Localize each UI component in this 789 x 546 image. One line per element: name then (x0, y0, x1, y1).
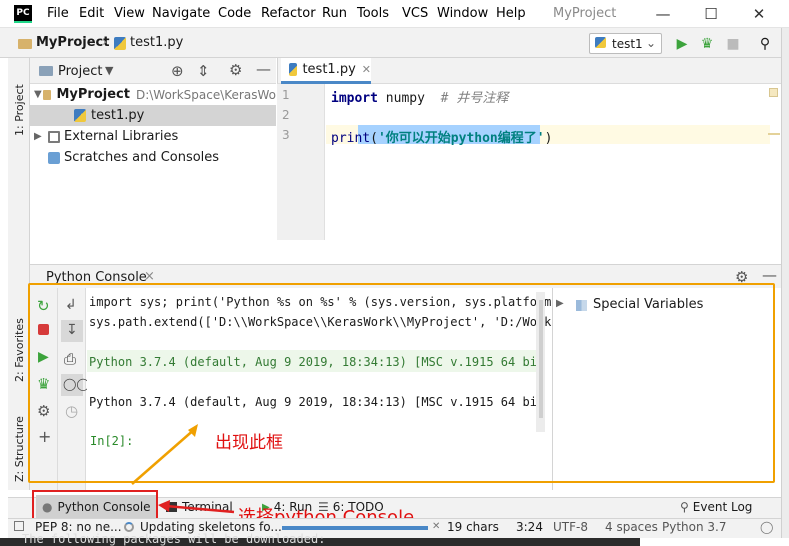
collapse-all-icon[interactable]: ⇕ (197, 62, 210, 80)
line-number: 3 (282, 128, 290, 142)
event-log-tab-label: Event Log (692, 500, 753, 514)
chevron-down-icon: ⌄ (645, 36, 656, 50)
scroll-marker (768, 133, 780, 135)
cancel-progress-icon[interactable]: ✕ (432, 521, 440, 532)
tree-scratches: Scratches and Consoles (64, 150, 220, 165)
line-number: 2 (282, 108, 290, 122)
tree-row-file[interactable]: test1.py (30, 105, 276, 126)
project-tool-tab[interactable]: 1: Project (13, 66, 26, 136)
close-console-icon[interactable]: × (144, 269, 155, 284)
search-icon[interactable]: ⚲ (756, 35, 774, 53)
annotation-arrow-up (131, 424, 198, 485)
breadcrumb-file[interactable]: test1.py (130, 35, 183, 50)
menu-refactor[interactable]: Refactor (261, 6, 316, 21)
tree-external-libraries: External Libraries (64, 129, 179, 144)
debug-icon[interactable]: ♛ (698, 35, 716, 53)
gear-icon[interactable]: ⚙ (229, 61, 242, 79)
breadcrumb-project[interactable]: MyProject (36, 35, 109, 50)
project-panel-title[interactable]: Project (58, 64, 102, 79)
expand-arrow-icon: ▼ (34, 89, 42, 100)
python-file-icon (289, 63, 298, 76)
breadcrumb-separator-icon: › (102, 35, 108, 50)
run-config-label: test1 (612, 36, 643, 51)
module-name: numpy (385, 91, 425, 106)
close-paren: ) (544, 131, 553, 146)
box-annotation-text: 出现此框 (215, 433, 283, 453)
string-literal: '你可以开始python编程了' (377, 131, 545, 146)
library-icon (48, 130, 60, 143)
python-file-icon (74, 109, 86, 122)
window-right-edge (781, 28, 789, 538)
code-comment: # 井号注释 (440, 91, 509, 106)
python-console-tab-annotation-box (32, 490, 158, 520)
maximize-icon[interactable]: ☐ (696, 2, 726, 26)
hide-console-icon[interactable]: — (762, 266, 777, 284)
favorites-tool-tab[interactable]: 2: Favorites (13, 306, 26, 382)
menu-run[interactable]: Run (322, 6, 347, 21)
scratches-icon (48, 151, 60, 164)
code-line-1: import numpy # 井号注释 (331, 87, 508, 106)
menu-view[interactable]: View (114, 6, 145, 21)
python-file-icon (114, 37, 126, 50)
close-tab-icon[interactable]: ✕ (362, 63, 371, 76)
menu-window[interactable]: Window (437, 6, 488, 21)
toggle-tool-windows-icon[interactable] (14, 521, 24, 531)
structure-tool-tab[interactable]: Z: Structure (13, 402, 26, 482)
function-print: print (331, 131, 371, 146)
editor-tab-label: test1.py (302, 62, 356, 77)
folder-icon (42, 89, 52, 100)
editor-tab-test1[interactable]: test1.py ✕ (281, 58, 371, 84)
tree-root-name: MyProject (56, 87, 130, 102)
folder-icon (18, 39, 32, 49)
line-number: 1 (282, 88, 290, 102)
pycharm-logo-icon: PC (14, 5, 32, 23)
background-terminal: The following packages will be downloade… (0, 532, 640, 546)
project-view-dropdown-icon[interactable]: ▼ (105, 64, 113, 77)
event-log-tab[interactable]: ⚲ Event Log (680, 500, 752, 514)
window-title: MyProject (553, 6, 617, 21)
left-edge-background (0, 300, 8, 500)
menu-file[interactable]: File (47, 6, 69, 21)
project-view-icon (39, 66, 53, 76)
keyword-import: import (331, 91, 378, 106)
tree-file-name: test1.py (91, 108, 145, 123)
caret-position[interactable]: 3:24 (516, 520, 543, 534)
menu-navigate[interactable]: Navigate (152, 6, 210, 21)
open-paren: ( (370, 131, 378, 146)
lock-icon[interactable]: ◯ (760, 520, 773, 534)
interpreter-setting[interactable]: Python 3.7 (662, 520, 727, 534)
tree-row-scratches[interactable]: Scratches and Consoles (30, 147, 276, 168)
expand-arrow-icon: ▶ (34, 131, 42, 142)
selection-chars: 19 chars (447, 520, 499, 534)
stop-icon[interactable]: ■ (724, 35, 742, 53)
hide-panel-icon[interactable]: — (256, 60, 271, 78)
file-encoding[interactable]: UTF-8 (553, 520, 588, 534)
menu-tools[interactable]: Tools (357, 6, 389, 21)
tree-root-path: D:\WorkSpace\KerasWo (135, 87, 276, 102)
background-terminal-text: The following packages will be downloade… (22, 532, 326, 546)
minimize-icon[interactable]: — (648, 2, 678, 26)
menu-code[interactable]: Code (218, 6, 251, 21)
menu-help[interactable]: Help (496, 6, 526, 21)
run-config-icon (595, 37, 606, 48)
menu-vcs[interactable]: VCS (402, 6, 428, 21)
indent-setting[interactable]: 4 spaces (605, 520, 658, 534)
tree-row-external[interactable]: ▶ External Libraries (30, 126, 276, 147)
progress-spinner-icon (124, 522, 134, 532)
locate-icon[interactable]: ⊕ (171, 62, 184, 80)
close-icon[interactable]: ✕ (744, 2, 774, 26)
code-editor[interactable] (326, 84, 770, 240)
inspection-status-icon[interactable] (769, 88, 778, 97)
run-icon[interactable]: ▶ (673, 35, 691, 53)
tree-row-root[interactable]: ▼ MyProject D:\WorkSpace\KerasWo (30, 84, 276, 105)
code-line-3: print('你可以开始python编程了') (331, 127, 552, 146)
project-tree: ▼ MyProject D:\WorkSpace\KerasWo test1.p… (30, 84, 276, 264)
menu-edit[interactable]: Edit (79, 6, 104, 21)
event-log-icon: ⚲ (680, 500, 689, 514)
progress-bar-fill (282, 526, 428, 530)
